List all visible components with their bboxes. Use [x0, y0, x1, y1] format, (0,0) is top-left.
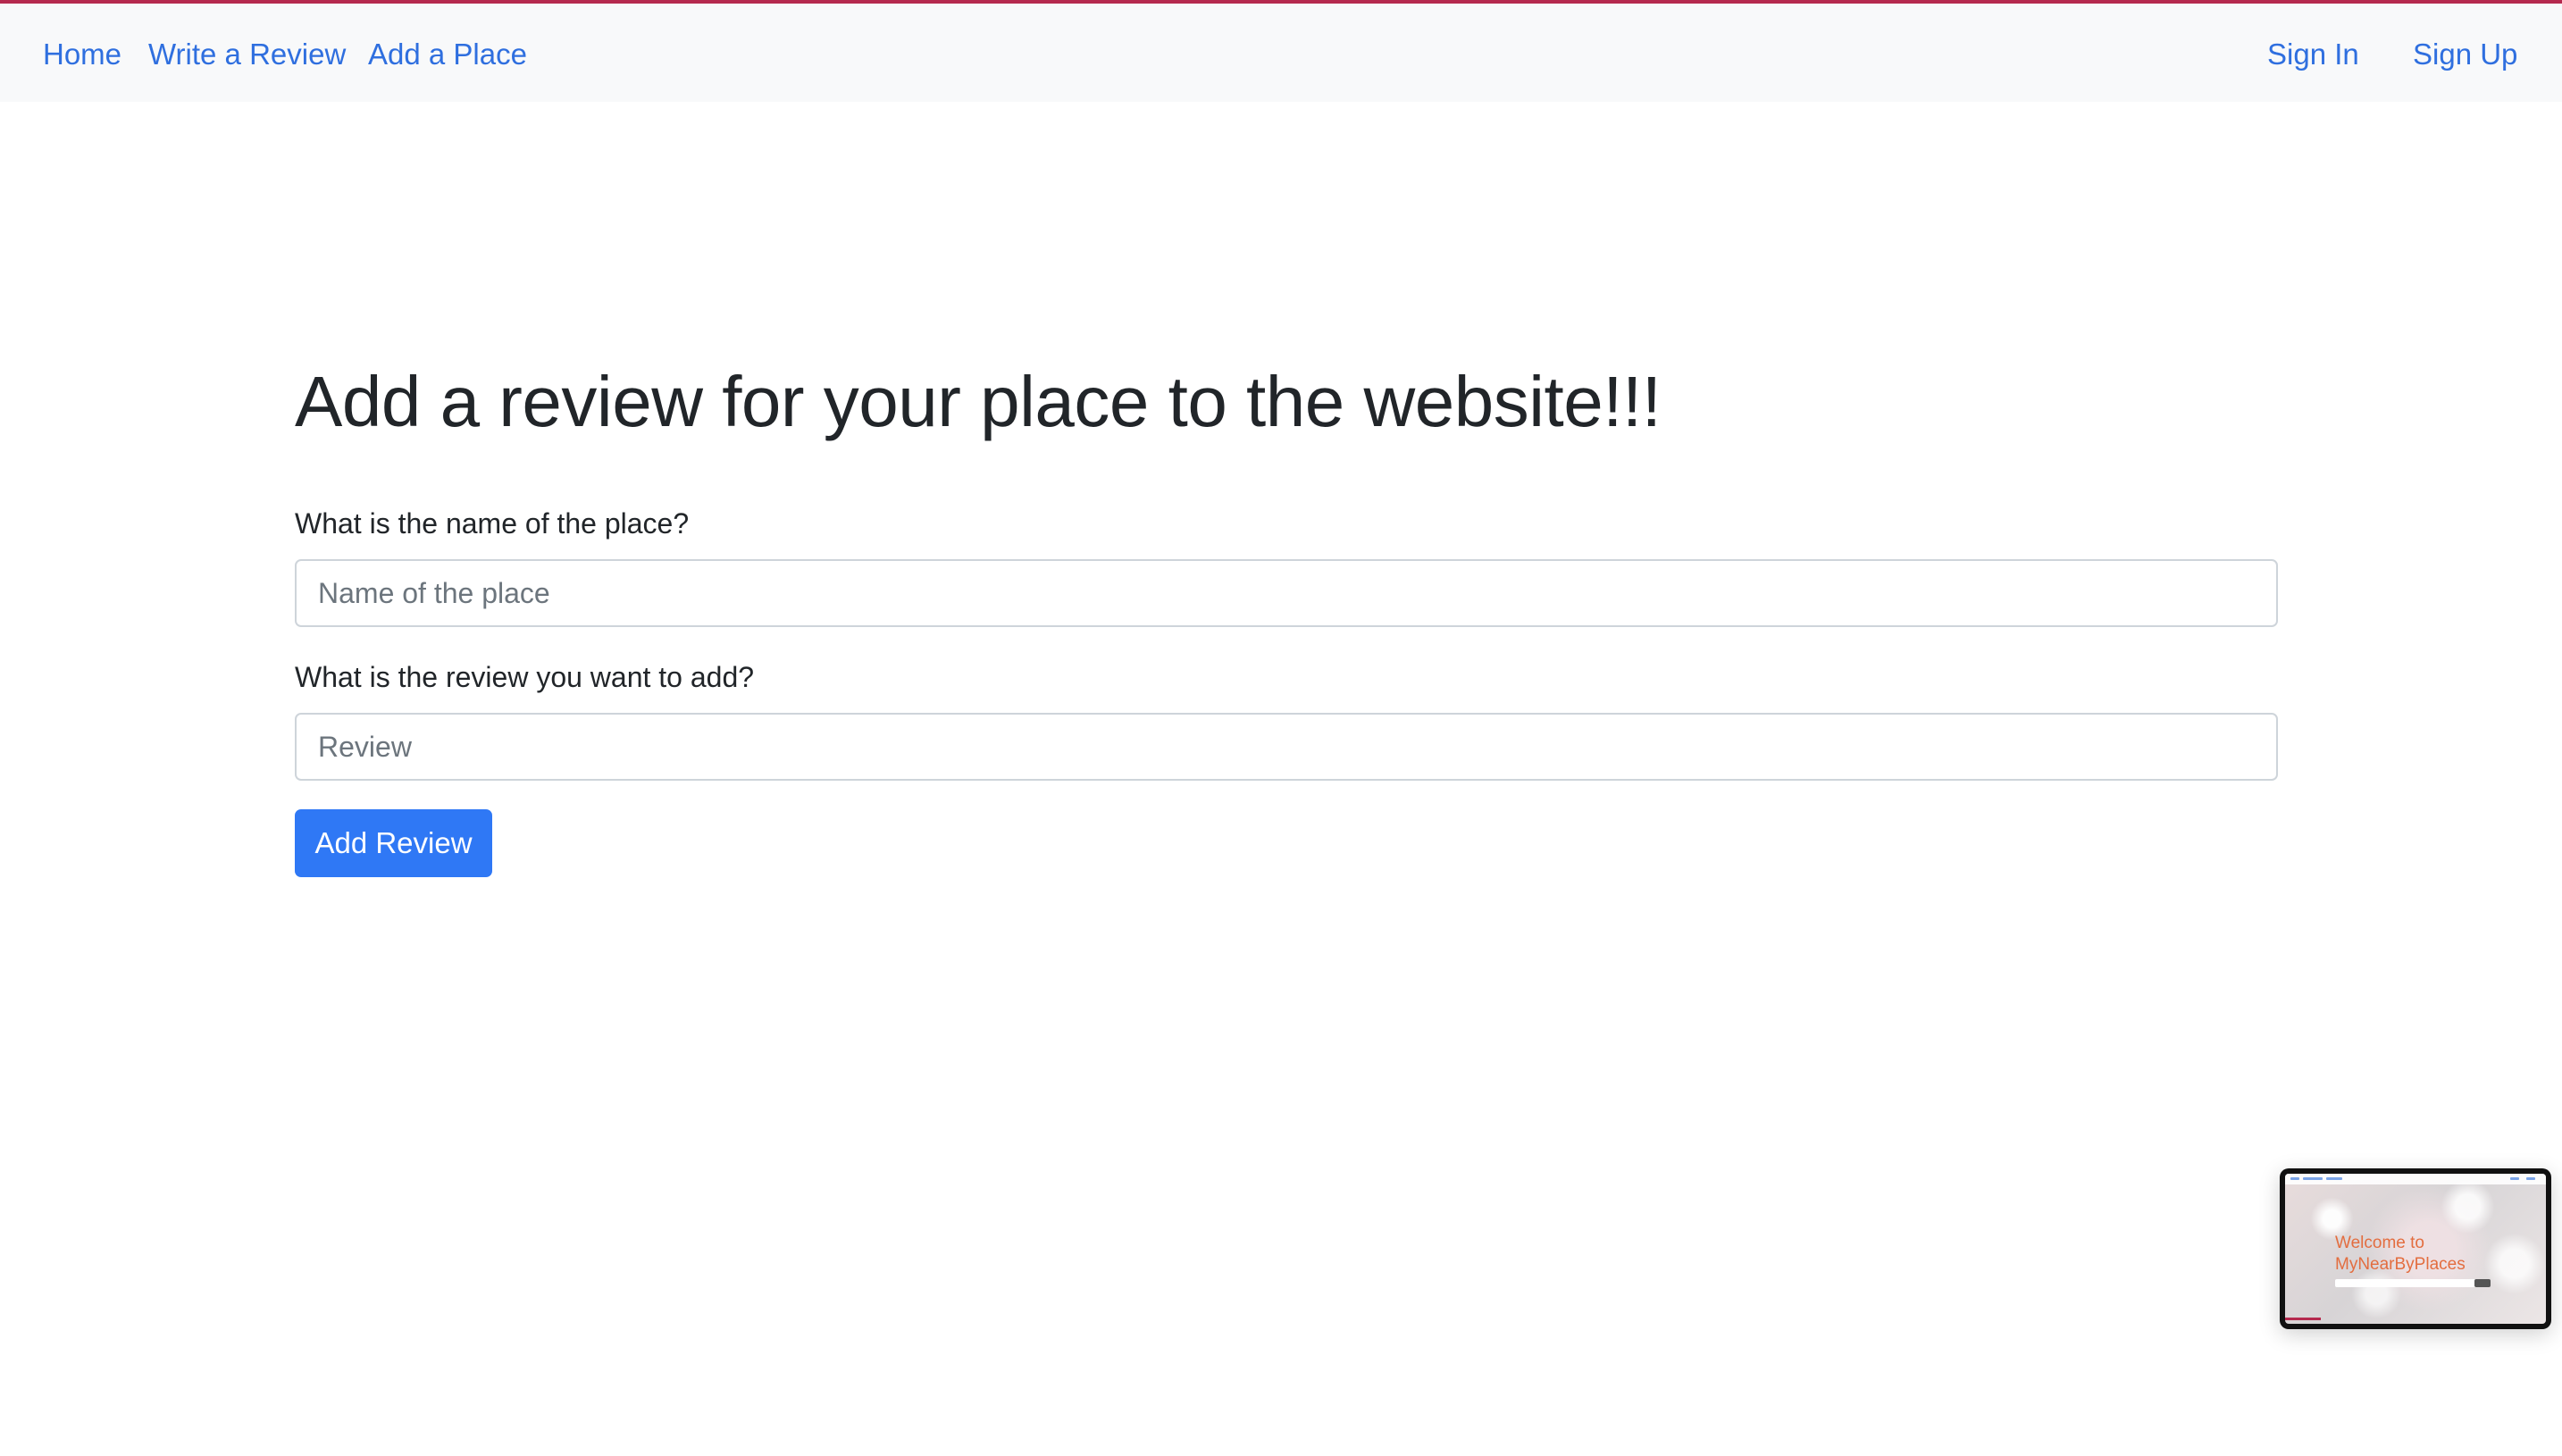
- page-preview-thumbnail[interactable]: Welcome to MyNearByPlaces: [2280, 1168, 2551, 1329]
- nav-link-write-review[interactable]: Write a Review: [148, 34, 346, 75]
- nav-link-sign-up[interactable]: Sign Up: [2413, 34, 2517, 75]
- page-title: Add a review for your place to the websi…: [295, 362, 1662, 441]
- add-review-button[interactable]: Add Review: [295, 809, 492, 877]
- place-name-label: What is the name of the place?: [295, 507, 690, 540]
- nav-link-home[interactable]: Home: [43, 34, 121, 75]
- nav-link-add-place[interactable]: Add a Place: [368, 34, 527, 75]
- preview-search-bar: [2335, 1279, 2480, 1287]
- preview-accent-bar: [2285, 1318, 2321, 1320]
- place-name-input[interactable]: [295, 559, 2278, 627]
- preview-navbar: [2285, 1174, 2546, 1184]
- review-input[interactable]: [295, 713, 2278, 781]
- review-label: What is the review you want to add?: [295, 661, 755, 693]
- navbar: Home Write a Review Add a Place Sign In …: [0, 4, 2562, 102]
- preview-welcome-title: Welcome to MyNearByPlaces: [2335, 1234, 2466, 1274]
- preview-search-button: [2474, 1279, 2491, 1287]
- preview-screen: Welcome to MyNearByPlaces: [2285, 1174, 2546, 1324]
- nav-link-sign-in[interactable]: Sign In: [2267, 34, 2359, 75]
